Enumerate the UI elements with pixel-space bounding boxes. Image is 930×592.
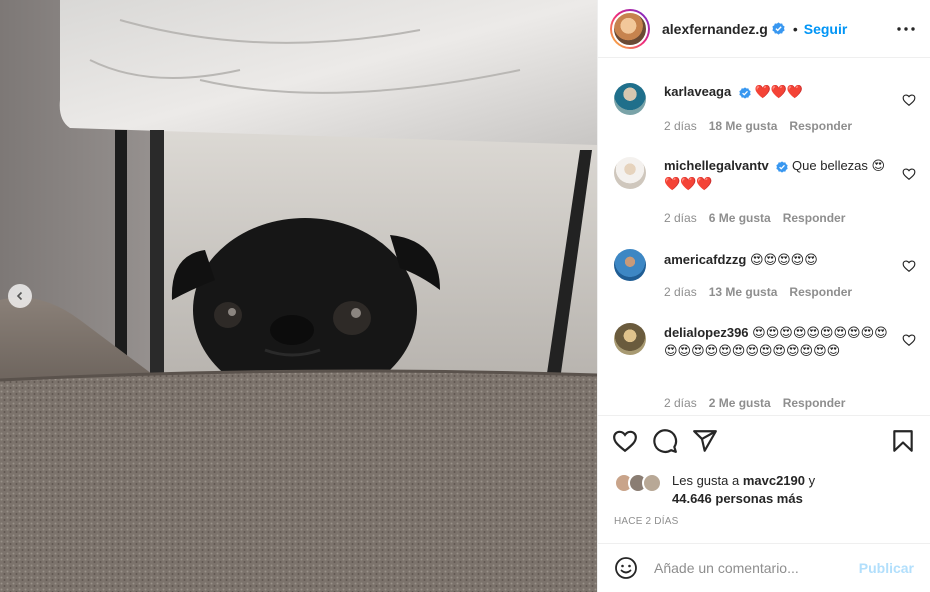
like-comment-icon[interactable] bbox=[902, 259, 916, 273]
comment-likes[interactable]: 2 Me gusta bbox=[709, 396, 771, 410]
liker-avatars bbox=[614, 473, 668, 493]
verified-badge-icon bbox=[739, 86, 751, 99]
comment-body: americafdzzg 😍😍😍😍😍 bbox=[664, 251, 892, 269]
comment-meta: 2 días 18 Me gusta Responder bbox=[664, 119, 852, 133]
comment-time[interactable]: 2 días bbox=[664, 211, 697, 225]
comment-avatar[interactable] bbox=[614, 323, 646, 355]
comment-body: michellegalvantv Que bellezas 😍❤️❤️❤️ bbox=[664, 157, 892, 193]
comment-body: karlaveaga ❤️❤️❤️ bbox=[664, 83, 892, 101]
more-options-button[interactable] bbox=[894, 17, 918, 41]
comment-item: michellegalvantv Que bellezas 😍❤️❤️❤️ 2 … bbox=[614, 157, 920, 227]
comment-likes[interactable]: 6 Me gusta bbox=[709, 211, 771, 225]
comment-time[interactable]: 2 días bbox=[664, 119, 697, 133]
pug-photo-image bbox=[0, 0, 597, 592]
reply-button[interactable]: Responder bbox=[783, 396, 846, 410]
like-comment-icon[interactable] bbox=[902, 167, 916, 181]
reply-button[interactable]: Responder bbox=[783, 211, 846, 225]
comment-username[interactable]: delialopez396 bbox=[664, 325, 749, 340]
publish-button[interactable]: Publicar bbox=[859, 560, 914, 576]
comment-input[interactable] bbox=[654, 560, 859, 576]
comment-item: delialopez396 😍😍😍😍😍😍😍😍😍😍😍😍😍😍😍😍😍😍😍😍😍😍😍 2 … bbox=[614, 323, 920, 415]
reply-button[interactable]: Responder bbox=[789, 119, 852, 133]
post-header: alexfernandez.g • Seguir bbox=[598, 0, 930, 58]
verified-badge-icon bbox=[772, 22, 785, 35]
likes-text: Les gusta a mavc2190 y 44.646 personas m… bbox=[672, 472, 815, 508]
likes-others[interactable]: 44.646 personas más bbox=[672, 491, 803, 506]
comment-text: 😍😍😍😍😍 bbox=[750, 252, 818, 267]
carousel-prev-button[interactable] bbox=[8, 284, 32, 308]
owner-avatar[interactable] bbox=[610, 8, 650, 49]
verified-badge-icon bbox=[776, 160, 789, 173]
comment-item: karlaveaga ❤️❤️❤️ 2 días 18 Me gusta Res… bbox=[614, 83, 920, 153]
comment-icon[interactable] bbox=[652, 428, 678, 454]
comment-likes[interactable]: 13 Me gusta bbox=[709, 285, 778, 299]
owner-username[interactable]: alexfernandez.g bbox=[662, 21, 768, 37]
like-comment-icon[interactable] bbox=[902, 333, 916, 347]
comment-text: ❤️❤️❤️ bbox=[754, 84, 804, 99]
comment-body: delialopez396 😍😍😍😍😍😍😍😍😍😍😍😍😍😍😍😍😍😍😍😍😍😍😍 bbox=[664, 324, 892, 360]
post-photo[interactable] bbox=[0, 0, 597, 592]
comment-username[interactable]: americafdzzg bbox=[664, 252, 746, 267]
likes-summary: Les gusta a mavc2190 y 44.646 personas m… bbox=[614, 470, 914, 510]
post-details-panel: alexfernandez.g • Seguir karlaveaga ❤️❤️… bbox=[597, 0, 930, 592]
chevron-left-icon bbox=[16, 291, 23, 301]
bookmark-icon[interactable] bbox=[890, 428, 916, 454]
comment-avatar[interactable] bbox=[614, 83, 646, 115]
heart-icon[interactable] bbox=[612, 428, 638, 454]
reply-button[interactable]: Responder bbox=[789, 285, 852, 299]
comment-likes[interactable]: 18 Me gusta bbox=[709, 119, 778, 133]
comment-meta: 2 días 2 Me gusta Responder bbox=[664, 396, 845, 410]
like-comment-icon[interactable] bbox=[902, 93, 916, 107]
comment-username[interactable]: michellegalvantv bbox=[664, 158, 769, 173]
comment-avatar[interactable] bbox=[614, 249, 646, 281]
comment-item: americafdzzg 😍😍😍😍😍 2 días 13 Me gusta Re… bbox=[614, 249, 920, 309]
comments-list[interactable]: karlaveaga ❤️❤️❤️ 2 días 18 Me gusta Res… bbox=[598, 59, 930, 416]
likes-conj: y bbox=[805, 473, 816, 488]
header-separator: • bbox=[792, 20, 798, 37]
comment-avatar[interactable] bbox=[614, 157, 646, 189]
liker-avatar[interactable] bbox=[642, 473, 662, 493]
post-actions-bar bbox=[612, 428, 916, 456]
likes-user[interactable]: mavc2190 bbox=[743, 473, 805, 488]
more-horizontal-icon bbox=[897, 26, 915, 31]
share-icon[interactable] bbox=[692, 428, 718, 454]
add-comment-bar: Publicar bbox=[598, 543, 930, 592]
comment-time[interactable]: 2 días bbox=[664, 285, 697, 299]
emoji-icon[interactable] bbox=[614, 556, 638, 580]
comment-meta: 2 días 13 Me gusta Responder bbox=[664, 285, 852, 299]
comment-meta: 2 días 6 Me gusta Responder bbox=[664, 211, 845, 225]
post-timestamp[interactable]: Hace 2 días bbox=[614, 516, 678, 527]
comment-time[interactable]: 2 días bbox=[664, 396, 697, 410]
follow-button[interactable]: Seguir bbox=[804, 21, 848, 37]
comment-username[interactable]: karlaveaga bbox=[664, 84, 731, 99]
likes-prefix: Les gusta a bbox=[672, 473, 743, 488]
